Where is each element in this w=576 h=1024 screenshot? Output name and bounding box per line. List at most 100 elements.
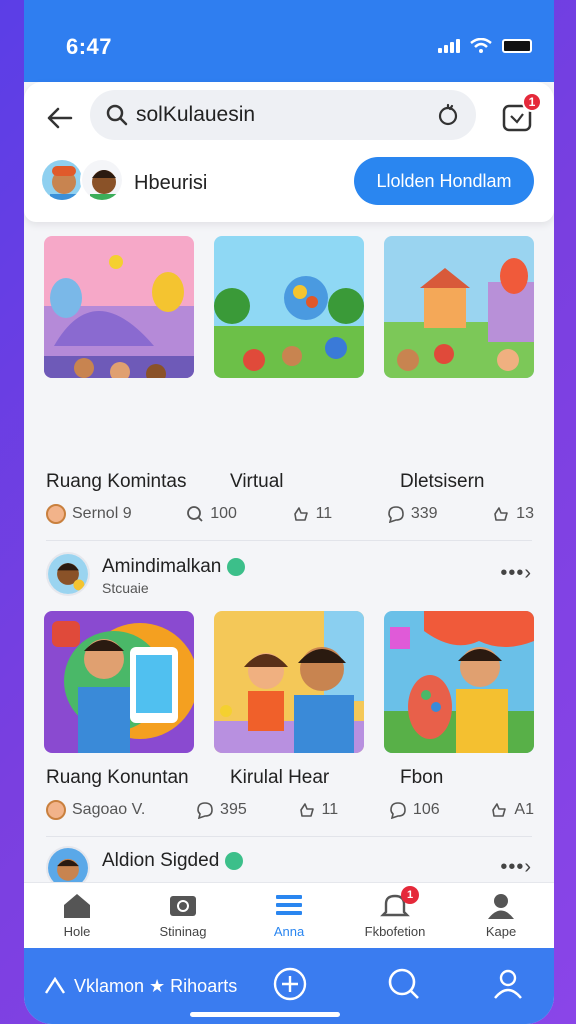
verified-icon <box>225 851 244 870</box>
header-card: 1 Hbeurisi Llolden Hondlam <box>24 82 554 222</box>
search-icon <box>187 506 203 522</box>
home-indicator <box>190 1012 340 1017</box>
battery-icon <box>502 39 532 53</box>
add-button[interactable] <box>272 966 308 1002</box>
comment-stat[interactable]: 395 <box>196 801 247 819</box>
media-tile[interactable] <box>214 611 364 753</box>
likes-count: 11 <box>321 801 339 818</box>
comment-icon <box>197 802 213 819</box>
author-stat[interactable]: Sernol 9 <box>46 504 132 524</box>
media-caption: Virtual <box>230 471 284 492</box>
voice-icon[interactable] <box>436 103 460 127</box>
list-icon <box>276 895 302 915</box>
notification-badge: 1 <box>522 92 542 112</box>
media-caption: Dletsisern <box>400 471 485 492</box>
nav-label: Fkbofetion <box>364 924 426 939</box>
media-caption: Ruang Komintas <box>46 471 187 492</box>
signal-icon <box>438 39 460 53</box>
nav-label: Hole <box>63 924 91 939</box>
search-bar <box>90 90 476 140</box>
nav-item-profile[interactable]: Kape <box>451 892 551 939</box>
author-avatar <box>46 800 66 820</box>
like-icon <box>299 803 314 817</box>
post-author-name[interactable]: Amindimalkan <box>102 556 246 578</box>
comments-count: 106 <box>412 801 440 818</box>
like-stat[interactable]: 13 <box>492 505 534 523</box>
phone-screen: 6:47 solKulauesin 1 Hbeurisi Llolden Hon… <box>24 0 554 1024</box>
avatar <box>80 158 124 202</box>
verified-icon <box>227 557 246 576</box>
avatar <box>40 158 84 202</box>
join-button[interactable]: Llolden Hondlam <box>354 157 534 205</box>
captions-row-1: Ruang Komintas Virtual Dletsisern <box>46 471 536 493</box>
post-header: Amindimalkan Stcuaie •••› <box>46 552 536 598</box>
comment-stat[interactable]: 339 <box>387 505 438 523</box>
profile-icon <box>488 894 514 919</box>
media-caption: Ruang Konuntan <box>46 767 189 788</box>
nav-label: Kape <box>485 924 517 939</box>
media-tile[interactable] <box>44 236 194 378</box>
like-stat[interactable]: 11 <box>292 505 333 523</box>
media-caption: Fbon <box>400 767 444 788</box>
notification-button[interactable]: 1 <box>500 92 542 134</box>
member-avatars[interactable] <box>40 158 124 202</box>
back-arrow-icon <box>47 107 73 129</box>
media-tile[interactable] <box>44 611 194 753</box>
views-stat[interactable]: 100 <box>186 505 237 523</box>
likes-count: 11 <box>315 505 333 522</box>
post-subtitle: Stcuaie <box>102 580 149 596</box>
search-icon <box>106 104 128 126</box>
media-row-2 <box>44 611 534 753</box>
author-avatar <box>46 504 66 524</box>
like-stat[interactable]: 11 <box>298 801 339 819</box>
stats-row-2: Sagoao V. 395 11 106 A1 <box>46 800 534 820</box>
comments-count: 395 <box>220 801 247 818</box>
like-icon <box>293 507 308 521</box>
stats-row-1: Sernol 9 100 11 339 13 <box>46 504 534 524</box>
camera-icon <box>170 896 196 916</box>
account-button[interactable] <box>490 966 526 1002</box>
nav-label: Anna <box>273 924 305 939</box>
rewards-link[interactable]: Vklamon ★ Rihoarts <box>44 976 237 997</box>
search-input[interactable] <box>136 103 436 127</box>
caret-up-icon <box>44 977 66 994</box>
comment-icon <box>390 802 406 819</box>
status-icons <box>438 38 532 54</box>
divider <box>46 540 532 541</box>
more-options-button[interactable]: •••› <box>500 562 532 585</box>
nav-item-streaming[interactable]: Stininag <box>133 892 233 939</box>
post-author-name[interactable]: Aldion Sigded <box>102 850 244 872</box>
captions-row-2: Ruang Konuntan Kirulal Hear Fbon <box>46 767 536 789</box>
like-icon <box>492 803 507 817</box>
bottom-nav: Hole Stininag Anna 1 Fkbofetion Kape <box>24 882 554 948</box>
media-row-1 <box>44 236 534 378</box>
nav-item-anna[interactable]: Anna <box>239 892 339 939</box>
nav-item-home[interactable]: Hole <box>27 892 127 939</box>
avatar[interactable] <box>46 552 90 596</box>
comment-stat[interactable]: 106 <box>389 801 440 819</box>
nav-item-notifications[interactable]: 1 Fkbofetion <box>345 886 445 939</box>
comment-icon <box>388 506 404 523</box>
nav-label: Stininag <box>159 924 207 939</box>
profile-icon <box>494 969 522 999</box>
wifi-icon <box>470 38 492 53</box>
media-tile[interactable] <box>214 236 364 378</box>
rewards-label: Vklamon ★ Rihoarts <box>74 975 238 996</box>
group-label: Hbeurisi <box>134 172 208 194</box>
like-stat[interactable]: A1 <box>490 801 534 819</box>
likes-count: 13 <box>516 505 534 522</box>
views-count: 100 <box>210 505 237 522</box>
media-tile[interactable] <box>384 611 534 753</box>
comments-count: 339 <box>410 505 438 522</box>
home-icon <box>64 894 90 918</box>
explore-button[interactable] <box>386 966 422 1002</box>
like-icon <box>494 507 508 521</box>
media-tile[interactable] <box>384 236 534 378</box>
status-time: 6:47 <box>66 34 113 59</box>
author-stat[interactable]: Sagoao V. <box>46 800 145 820</box>
nav-badge: 1 <box>401 886 419 904</box>
search-icon <box>388 968 419 999</box>
divider <box>46 836 532 837</box>
back-button[interactable] <box>42 100 78 136</box>
more-options-button[interactable]: •••› <box>500 856 532 879</box>
